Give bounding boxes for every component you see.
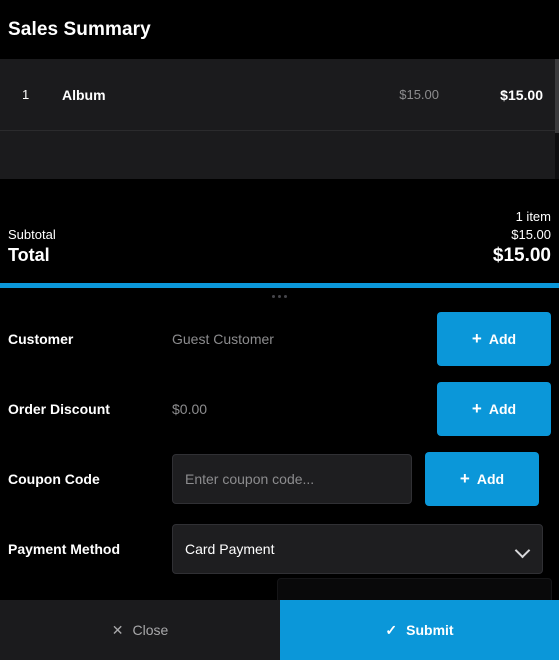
items-scrollbar[interactable] [555, 59, 559, 179]
check-icon: ✓ [385, 622, 398, 638]
drag-handle-dot [284, 294, 287, 298]
item-name: Album [62, 86, 106, 103]
subtotal-row: Subtotal $15.00 [8, 226, 551, 244]
add-order-discount-label: Add [488, 401, 517, 417]
submit-button-label: Submit [406, 622, 454, 638]
order-discount-row: Order Discount $0.00 + Add [8, 374, 551, 444]
add-customer-button[interactable]: + Add [437, 312, 551, 366]
add-customer-label: Add [488, 331, 517, 347]
drag-handle-dot [278, 294, 281, 298]
items-scrollbar-thumb[interactable] [555, 59, 559, 133]
sales-summary-panel: Sales Summary 1 Album $15.00 $15.00 1 it… [0, 0, 559, 660]
page-title: Sales Summary [8, 18, 151, 40]
panel-header: Sales Summary [0, 0, 559, 59]
close-icon: ✕ [111, 622, 124, 638]
clipped-field[interactable] [277, 578, 552, 600]
add-order-discount-button[interactable]: + Add [437, 382, 551, 436]
close-button[interactable]: ✕ Close [0, 600, 280, 660]
item-unit-price: $15.00 [399, 87, 439, 102]
customer-label: Customer [8, 331, 74, 347]
submit-button[interactable]: ✓ Submit [280, 600, 559, 660]
cart-items-list: 1 Album $15.00 $15.00 [0, 59, 559, 179]
payment-method-select-wrap: Card Payment [172, 524, 551, 574]
table-row[interactable]: 1 Album $15.00 $15.00 [0, 59, 559, 131]
drag-handle-dot [272, 294, 275, 298]
add-coupon-button[interactable]: + Add [425, 452, 539, 506]
item-count-value: 1 item [515, 209, 551, 225]
close-button-label: Close [132, 622, 169, 638]
totals-section: 1 item Subtotal $15.00 Total $15.00 [0, 179, 559, 283]
item-count-row: 1 item [8, 208, 551, 226]
subtotal-value: $15.00 [511, 226, 551, 242]
plus-icon: + [471, 328, 482, 348]
add-coupon-label: Add [476, 471, 505, 487]
plus-icon: + [471, 398, 482, 418]
payment-method-select[interactable]: Card Payment [172, 524, 543, 574]
item-line-total: $15.00 [500, 86, 543, 103]
drag-handle-icon[interactable] [0, 288, 559, 304]
payment-method-label: Payment Method [8, 541, 121, 557]
coupon-code-input[interactable] [172, 454, 412, 504]
order-discount-value: $0.00 [172, 401, 208, 417]
order-options-form: Customer Guest Customer + Add Order Disc… [0, 304, 559, 600]
coupon-code-label: Coupon Code [8, 471, 100, 487]
chevron-down-icon [516, 545, 530, 554]
item-quantity: 1 [22, 87, 30, 102]
payment-method-row: Payment Method Card Payment [8, 514, 551, 584]
payment-method-value: Card Payment [185, 541, 275, 557]
order-discount-label: Order Discount [8, 401, 110, 417]
total-value: $15.00 [492, 245, 551, 267]
panel-footer: ✕ Close ✓ Submit [0, 600, 559, 660]
customer-row: Customer Guest Customer + Add [8, 304, 551, 374]
plus-icon: + [459, 468, 470, 488]
subtotal-label: Subtotal [8, 226, 56, 242]
total-row: Total $15.00 [8, 243, 551, 269]
customer-value: Guest Customer [172, 331, 274, 347]
total-label: Total [8, 245, 50, 266]
coupon-code-row: Coupon Code + Add [8, 444, 551, 514]
